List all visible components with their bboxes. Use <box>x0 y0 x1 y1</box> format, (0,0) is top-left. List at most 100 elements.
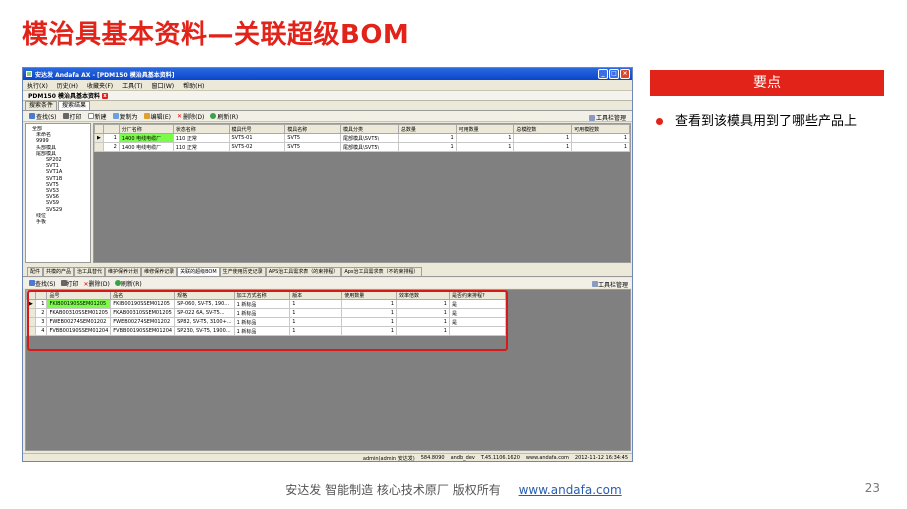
cell-method[interactable]: 1 新标品 <box>233 299 291 309</box>
cell-part-number[interactable]: FKIB00190SSEM01205 <box>46 299 112 309</box>
delete-button[interactable]: ✕删除(D) <box>177 112 204 121</box>
column-header[interactable]: 模具名称 <box>284 124 342 134</box>
column-header[interactable]: 模具代号 <box>228 124 286 134</box>
table-row[interactable]: ▶ 1 FKIB00190SSEM01205 FKIB00190SSEM0120… <box>26 299 507 309</box>
tab-search-results[interactable]: 搜索结果 <box>58 101 91 110</box>
cell-available[interactable]: 1 <box>455 142 515 152</box>
menu-help[interactable]: 帮助(H) <box>183 81 204 90</box>
cell-part-number[interactable]: FWEB00274SEM01202 <box>46 317 112 327</box>
cell-cavity-total[interactable]: 1 <box>513 133 573 143</box>
column-header[interactable]: 状态名称 <box>172 124 230 134</box>
cell-quantity[interactable]: 1 <box>341 299 398 309</box>
cell-spec[interactable]: SP-022 6A, SV-T5... <box>174 308 235 318</box>
refresh-button[interactable]: 刷新(R) <box>210 112 238 121</box>
cell-efficiency[interactable]: 1 <box>396 299 450 309</box>
tab-aps-demand-unconstrained[interactable]: Aps治工具需求表（不的束排程） <box>341 267 422 276</box>
cell-constraint[interactable]: 是 <box>448 299 507 309</box>
document-tab[interactable]: PDM150 模治具基本资料 x <box>25 91 111 100</box>
cell-part-name[interactable]: FVBB00190SSEM01204 <box>110 326 176 336</box>
cell-status[interactable]: 110 正常 <box>172 142 230 152</box>
cell-cavity-available[interactable]: 1 <box>571 142 630 152</box>
column-header[interactable]: 总模腔数 <box>513 124 573 134</box>
cell-quantity[interactable]: 1 <box>341 317 398 327</box>
cell-constraint[interactable]: 是 <box>448 308 507 318</box>
cell-spec[interactable]: SP-060, SV-T5, 190... <box>174 299 235 309</box>
close-tab-icon[interactable]: x <box>101 92 108 99</box>
cell-version[interactable]: 1 <box>289 299 343 309</box>
cell-total[interactable]: 1 <box>397 142 457 152</box>
cell-spec[interactable]: SP230, SV-T5, 1900... <box>174 326 235 336</box>
column-header[interactable]: 分厂名称 <box>118 124 174 134</box>
menu-tools[interactable]: 工具(T) <box>122 81 142 90</box>
cell-part-name[interactable]: FKAB00310SSEM01205 <box>110 308 176 318</box>
column-header[interactable]: 模具分类 <box>340 124 399 134</box>
cell-total[interactable]: 1 <box>397 133 457 143</box>
tab-usage-history[interactable]: 生产使用历史记录 <box>219 267 266 276</box>
cell-method[interactable]: 1 新标品 <box>233 317 291 327</box>
column-header[interactable]: 可用数量 <box>455 124 515 134</box>
menu-execute[interactable]: 执行(X) <box>27 81 48 90</box>
column-header[interactable]: 可用模腔数 <box>571 124 630 134</box>
tab-maintenance-records[interactable]: 维修保养记录 <box>141 267 178 276</box>
find-button[interactable]: 查找(S) <box>29 112 57 121</box>
tab-super-bom[interactable]: 关联的超级BOM <box>177 267 220 276</box>
delete-button[interactable]: ✕删除(D) <box>84 279 110 288</box>
tab-tool-substitute[interactable]: 治工具替代 <box>74 267 106 276</box>
cell-method[interactable]: 1 新标品 <box>233 308 291 318</box>
cell-code[interactable]: SVT5-01 <box>228 133 286 143</box>
column-header[interactable]: 品名 <box>110 290 176 300</box>
copy-as-button[interactable]: 复制为 <box>112 112 138 121</box>
cell-cavity-total[interactable]: 1 <box>513 142 573 152</box>
tree-node[interactable]: 手板 <box>28 219 88 225</box>
column-header[interactable]: 规格 <box>174 290 235 300</box>
table-row[interactable]: 3 FWEB00274SEM01202 FWEB00274SEM01202 SP… <box>26 317 507 327</box>
cell-status[interactable]: 110 正常 <box>172 133 230 143</box>
cell-part-name[interactable]: FWEB00274SEM01202 <box>110 317 176 327</box>
print-button[interactable]: 打印 <box>60 279 79 288</box>
toolbar-manage-button[interactable]: 工具栏管理 <box>588 113 626 122</box>
column-header[interactable]: 总数量 <box>397 124 457 134</box>
table-row[interactable]: 4 FVBB00190SSEM01204 FVBB00190SSEM01204 … <box>26 326 507 336</box>
edit-button[interactable]: 编辑(E) <box>143 112 171 121</box>
cell-category[interactable]: 尾部模具\SVT5\ <box>340 133 399 143</box>
cell-version[interactable]: 1 <box>289 317 343 327</box>
cell-version[interactable]: 1 <box>289 308 343 318</box>
column-header[interactable]: 版本 <box>289 290 343 300</box>
cell-efficiency[interactable]: 1 <box>396 326 450 336</box>
cell-available[interactable]: 1 <box>455 133 515 143</box>
print-button[interactable]: 打印 <box>62 112 82 121</box>
tab-search-criteria[interactable]: 搜索条件 <box>25 101 58 110</box>
cell-quantity[interactable]: 1 <box>341 308 398 318</box>
tab-shared-products[interactable]: 共模的产品 <box>43 267 75 276</box>
cell-factory[interactable]: 1400 电线电缆厂 <box>118 142 174 152</box>
refresh-button[interactable]: 刷新(R) <box>114 279 142 288</box>
cell-constraint[interactable]: 是 <box>448 317 507 327</box>
find-button[interactable]: 查找(S) <box>29 279 56 288</box>
cell-name[interactable]: SVT5 <box>284 142 342 152</box>
cell-code[interactable]: SVT5-02 <box>228 142 286 152</box>
cell-cavity-available[interactable]: 1 <box>571 133 630 143</box>
column-header[interactable]: 是否约束排程? <box>448 290 507 300</box>
menu-history[interactable]: 历史(H) <box>57 81 78 90</box>
column-header[interactable]: 使用数量 <box>341 290 398 300</box>
cell-part-name[interactable]: FKIB00190SSEM01205 <box>110 299 176 309</box>
cell-quantity[interactable]: 1 <box>341 326 398 336</box>
cell-part-number[interactable]: FKAB00310SSEM01205 <box>46 308 112 318</box>
menu-window[interactable]: 窗口(W) <box>152 81 175 90</box>
tab-maintenance-plan[interactable]: 维护保养计划 <box>105 267 142 276</box>
table-row[interactable]: 2 FKAB00310SSEM01205 FKAB00310SSEM01205 … <box>26 308 507 318</box>
cell-factory[interactable]: 1400 电线电缆厂 <box>118 133 174 143</box>
footer-link[interactable]: www.andafa.com <box>519 483 622 497</box>
new-button[interactable]: 新建 <box>87 112 107 121</box>
table-row[interactable]: ▶ 1 1400 电线电缆厂 110 正常 SVT5-01 SVT5 尾部模具\… <box>94 133 630 143</box>
cell-version[interactable]: 1 <box>289 326 343 336</box>
cell-efficiency[interactable]: 1 <box>396 317 450 327</box>
tab-aps-demand[interactable]: APS治工具需求表（的束排程） <box>265 267 342 276</box>
cell-efficiency[interactable]: 1 <box>396 308 450 318</box>
cell-category[interactable]: 尾部模具\SVT5\ <box>340 142 399 152</box>
minimize-button[interactable]: _ <box>598 69 608 79</box>
cell-method[interactable]: 1 新标品 <box>233 326 291 336</box>
table-row[interactable]: 2 1400 电线电缆厂 110 正常 SVT5-02 SVT5 尾部模具\SV… <box>94 142 630 152</box>
toolbar-manage-button[interactable]: 工具栏管理 <box>591 280 628 289</box>
cell-name[interactable]: SVT5 <box>284 133 342 143</box>
